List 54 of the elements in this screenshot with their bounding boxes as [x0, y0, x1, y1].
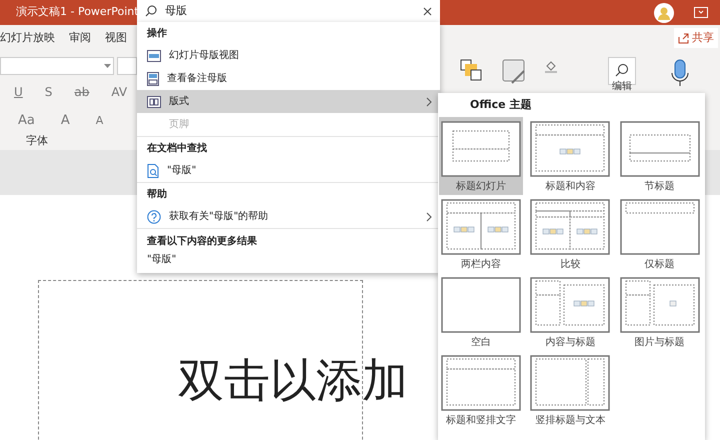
ribbon-tab[interactable]: 幻灯片放映 — [0, 25, 59, 51]
layout-option[interactable]: 标题幻灯片 — [439, 117, 523, 195]
microphone-icon — [670, 59, 690, 87]
layout-option[interactable]: 节标题 — [618, 117, 702, 195]
menu-heading: 操作 — [146, 26, 168, 40]
group-label: 编辑 — [612, 80, 632, 94]
window-title: 演示文稿1 - PowerPoint — [16, 4, 139, 20]
menu-item[interactable]: 幻灯片母版视图 — [137, 44, 440, 67]
layout-option[interactable]: 标题和竖排文字 — [439, 351, 523, 429]
document-search-icon — [147, 164, 159, 178]
font-format-button[interactable]: AV — [111, 83, 128, 101]
share-button[interactable]: 共享 — [674, 28, 718, 48]
help-icon — [147, 210, 161, 224]
menu-heading: 在文档中查找 — [146, 142, 208, 156]
search-query[interactable]: "母版" — [147, 252, 430, 267]
font-size-button[interactable]: A — [60, 111, 70, 130]
layout-option[interactable]: 图片与标题 — [618, 273, 702, 351]
font-size-button[interactable]: Aa — [18, 111, 35, 130]
menu-item[interactable]: 查看备注母版 — [137, 67, 440, 90]
layout-option[interactable]: 空白 — [439, 273, 523, 351]
notes-master-icon — [147, 72, 159, 86]
layout-option[interactable]: 标题和内容 — [528, 117, 612, 195]
arrange-icon — [460, 59, 482, 81]
ribbon-tab[interactable]: 审阅 — [65, 25, 95, 51]
menu-item[interactable]: 版式 — [137, 90, 440, 113]
ribbon-display-icon — [694, 7, 708, 18]
caret-icon — [104, 64, 111, 68]
title-placeholder-text: 双击以添加 — [178, 357, 408, 403]
layout-option[interactable]: 仅标题 — [618, 195, 702, 273]
ribbon-tab[interactable]: 视图 — [101, 25, 131, 51]
search-field[interactable]: 母版 — [137, 0, 440, 22]
fill-bucket-icon — [544, 59, 558, 73]
share-icon — [678, 32, 689, 44]
font-format-button[interactable]: U — [14, 83, 23, 101]
layout-icon — [147, 96, 161, 108]
gallery-heading: Office 主题 — [470, 96, 532, 113]
font-size-button[interactable]: A — [96, 111, 104, 130]
menu-item[interactable]: "母版" — [137, 159, 440, 182]
layout-option[interactable]: 两栏内容 — [439, 195, 523, 273]
font-format-button[interactable]: ab — [74, 83, 90, 101]
search-icon — [145, 5, 157, 17]
quick-styles-icon — [502, 59, 526, 85]
layout-option[interactable]: 内容与标题 — [528, 273, 612, 351]
font-format-button[interactable]: S — [44, 83, 52, 101]
close-icon[interactable] — [423, 6, 432, 16]
menu-heading: 查看以下内容的更多结果 — [147, 234, 258, 249]
menu-item[interactable]: 获取有关"母版"的帮助 — [137, 205, 440, 228]
layout-option[interactable]: 比较 — [528, 195, 612, 273]
title-placeholder[interactable] — [38, 280, 363, 440]
menu-heading: 帮助 — [146, 188, 168, 202]
slide-master-icon — [147, 50, 161, 62]
avatar-icon — [654, 2, 674, 22]
layout-option[interactable]: 竖排标题与文本 — [528, 351, 612, 429]
group-label: 字体 — [26, 133, 48, 149]
